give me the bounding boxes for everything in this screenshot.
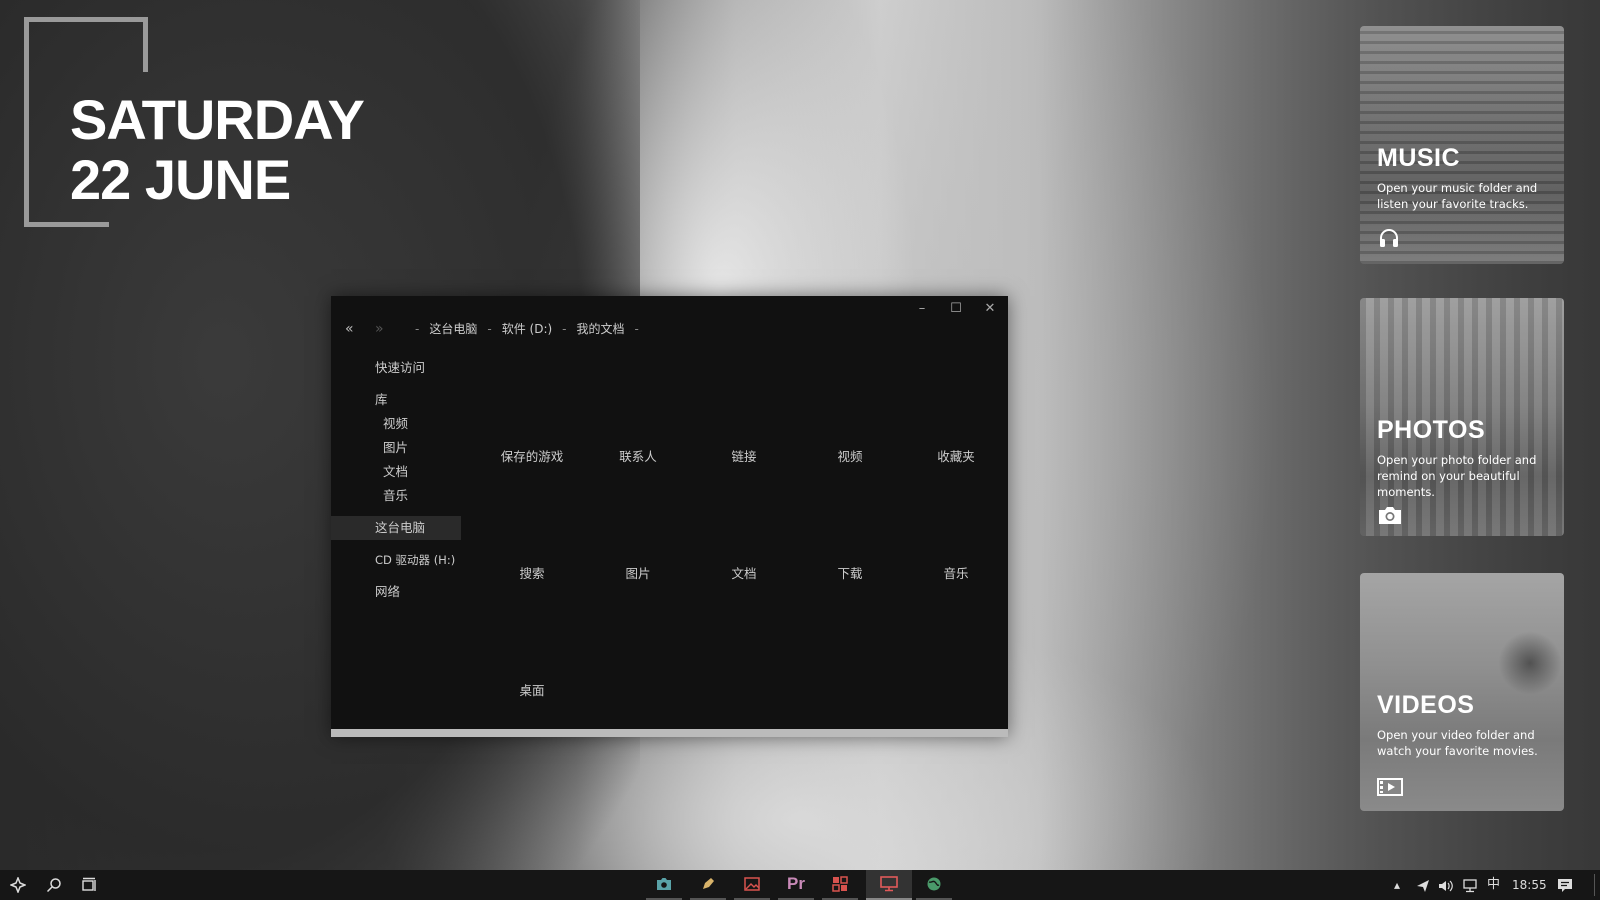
start-icon xyxy=(10,877,26,893)
breadcrumb-drive-d[interactable]: 软件 (D:) xyxy=(502,320,552,337)
breadcrumb-separator: - xyxy=(487,321,492,336)
image-app-icon xyxy=(744,877,760,891)
clock[interactable]: 18:55 xyxy=(1512,870,1547,900)
monitor-app-icon xyxy=(880,876,898,892)
globe-app-icon xyxy=(927,877,941,891)
volume-icon[interactable] xyxy=(1438,870,1454,900)
folder-searches[interactable]: 搜索 xyxy=(479,563,585,582)
sidebar-item-cd-drive[interactable]: CD 驱动器 (H:) xyxy=(331,548,461,572)
photos-card-title: PHOTOS xyxy=(1377,416,1486,444)
sidebar-item-documents[interactable]: 文档 xyxy=(331,460,461,484)
search-icon xyxy=(46,878,61,893)
close-button[interactable]: ✕ xyxy=(974,299,1006,319)
folder-contacts[interactable]: 联系人 xyxy=(585,446,691,465)
forward-button[interactable]: » xyxy=(375,321,405,337)
network-icon[interactable] xyxy=(1462,870,1478,900)
music-card-title: MUSIC xyxy=(1377,144,1461,172)
minimize-button[interactable]: – xyxy=(906,299,938,319)
sidebar-item-pictures[interactable]: 图片 xyxy=(331,436,461,460)
back-button[interactable]: « xyxy=(345,321,375,337)
sidebar-item-music[interactable]: 音乐 xyxy=(331,484,461,508)
taskbar-app-tiles[interactable] xyxy=(822,870,858,900)
notification-icon xyxy=(1558,879,1572,892)
film-icon xyxy=(1377,777,1403,801)
date-weekday: SATURDAY xyxy=(70,88,365,151)
camera-app-icon xyxy=(657,878,671,890)
navigation-pane: 快速访问 库 视频 图片 文档 音乐 这台电脑 CD 驱动器 (H:) 网络 xyxy=(331,356,461,604)
videos-card[interactable]: VIDEOS Open your video folder and watch … xyxy=(1360,573,1564,811)
date-day-month: 22 JUNE xyxy=(70,148,291,211)
search-button[interactable] xyxy=(40,870,68,900)
sidebar-item-libraries[interactable]: 库 xyxy=(331,388,461,412)
file-explorer-window: – ☐ ✕ « » - 这台电脑 - 软件 (D:) - 我的文档 - 快速访问… xyxy=(331,296,1008,737)
horizontal-scrollbar[interactable] xyxy=(331,729,1008,737)
folder-favorites[interactable]: 收藏夹 xyxy=(903,446,1009,465)
breadcrumb-separator: - xyxy=(634,321,639,336)
music-card-description: Open your music folder and listen your f… xyxy=(1377,181,1538,211)
folder-desktop[interactable]: 桌面 xyxy=(479,680,585,699)
input-method-indicator[interactable]: 中 xyxy=(1487,870,1500,900)
pen-app-icon xyxy=(703,878,714,889)
folder-links[interactable]: 链接 xyxy=(691,446,797,465)
taskbar-app-premiere[interactable]: Pr xyxy=(778,870,814,900)
taskbar-app-monitor[interactable] xyxy=(866,870,912,900)
music-card[interactable]: MUSIC Open your music folder and listen … xyxy=(1360,26,1564,264)
task-view-button[interactable] xyxy=(76,870,104,900)
taskbar-app-camera[interactable] xyxy=(646,870,682,900)
action-center-button[interactable] xyxy=(1557,870,1573,900)
task-view-icon xyxy=(82,877,96,891)
breadcrumb-separator: - xyxy=(562,321,567,336)
breadcrumb-separator: - xyxy=(415,321,420,336)
taskbar-app-pen[interactable] xyxy=(690,870,726,900)
folder-videos[interactable]: 视频 xyxy=(797,446,903,465)
folder-downloads[interactable]: 下载 xyxy=(797,563,903,582)
folder-saved-games[interactable]: 保存的游戏 xyxy=(479,446,585,465)
photos-card[interactable]: PHOTOS Open your photo folder and remind… xyxy=(1360,298,1564,536)
folder-documents[interactable]: 文档 xyxy=(691,563,797,582)
sidebar-item-quick-access[interactable]: 快速访问 xyxy=(331,356,461,380)
breadcrumb-this-pc[interactable]: 这台电脑 xyxy=(429,320,477,337)
taskbar: Pr ▴ 中 18:55 xyxy=(0,870,1600,900)
sidebar-item-this-pc[interactable]: 这台电脑 xyxy=(331,516,461,540)
send-icon[interactable] xyxy=(1416,870,1430,900)
breadcrumb-my-documents[interactable]: 我的文档 xyxy=(577,320,625,337)
start-button[interactable] xyxy=(4,870,32,900)
sidebar-item-network[interactable]: 网络 xyxy=(331,580,461,604)
desktop: SATURDAY 22 JUNE – ☐ ✕ « » - 这台电脑 - 软件 (… xyxy=(0,0,1600,870)
taskbar-app-globe[interactable] xyxy=(916,870,952,900)
maximize-button[interactable]: ☐ xyxy=(940,299,972,319)
taskbar-app-image[interactable] xyxy=(734,870,770,900)
videos-card-title: VIDEOS xyxy=(1377,691,1475,719)
tiles-app-icon xyxy=(832,876,848,892)
show-hidden-icons-button[interactable]: ▴ xyxy=(1394,870,1400,900)
folder-pictures[interactable]: 图片 xyxy=(585,563,691,582)
headphones-icon xyxy=(1377,226,1401,254)
folder-music[interactable]: 音乐 xyxy=(903,563,1009,582)
sidebar-item-videos[interactable]: 视频 xyxy=(331,412,461,436)
navigation-bar: « » - 这台电脑 - 软件 (D:) - 我的文档 - xyxy=(345,320,639,337)
videos-card-description: Open your video folder and watch your fa… xyxy=(1377,728,1538,758)
show-desktop-button[interactable] xyxy=(1594,874,1595,896)
camera-icon xyxy=(1377,504,1403,530)
photos-card-description: Open your photo folder and remind on you… xyxy=(1377,453,1537,499)
date-widget: SATURDAY 22 JUNE xyxy=(70,88,365,211)
